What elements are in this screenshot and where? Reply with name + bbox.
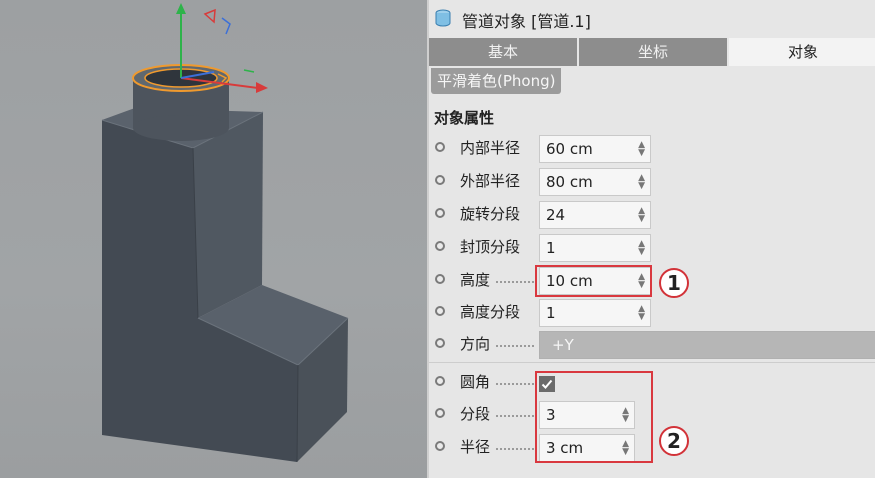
spinner-arrows-icon[interactable]: ▲ ▼ bbox=[638, 240, 645, 257]
cap-segments-input[interactable]: 1 ▲ ▼ bbox=[539, 234, 651, 262]
tube-object-icon bbox=[435, 9, 451, 27]
property-height-segments: 高度分段 1 ▲ ▼ bbox=[429, 298, 875, 328]
callout-2: 2 bbox=[659, 426, 689, 456]
field-value: 60 cm bbox=[546, 140, 593, 158]
animation-key-icon[interactable] bbox=[435, 338, 445, 348]
field-value: 24 bbox=[546, 206, 566, 224]
spinner-arrows-icon[interactable]: ▲ ▼ bbox=[638, 141, 645, 158]
tab-bar: 基本 坐标 对象 bbox=[429, 38, 875, 68]
spinner-arrows-icon[interactable]: ▲ ▼ bbox=[638, 305, 645, 322]
animation-key-icon[interactable] bbox=[435, 175, 445, 185]
animation-key-icon[interactable] bbox=[435, 274, 445, 284]
dropdown-value: +Y bbox=[552, 336, 574, 354]
tab-basic[interactable]: 基本 bbox=[429, 38, 577, 66]
label-leader-dots bbox=[496, 381, 534, 385]
spinner-arrows-icon[interactable]: ▲ ▼ bbox=[638, 207, 645, 224]
outer-radius-input[interactable]: 80 cm ▲ ▼ bbox=[539, 168, 651, 196]
3d-viewport[interactable] bbox=[0, 0, 427, 478]
tab-coordinates[interactable]: 坐标 bbox=[579, 38, 727, 66]
field-value: 80 cm bbox=[546, 173, 593, 191]
animation-key-icon[interactable] bbox=[435, 306, 445, 316]
inner-radius-input[interactable]: 60 cm ▲ ▼ bbox=[539, 135, 651, 163]
property-rotation-segments: 旋转分段 24 ▲ ▼ bbox=[429, 200, 875, 230]
spinner-arrows-icon[interactable]: ▲ ▼ bbox=[638, 174, 645, 191]
animation-key-icon[interactable] bbox=[435, 408, 445, 418]
section-title: 对象属性 bbox=[434, 109, 495, 127]
property-label: 封顶分段 bbox=[460, 238, 521, 256]
property-outer-radius: 外部半径 80 cm ▲ ▼ bbox=[429, 167, 875, 197]
label-leader-dots bbox=[496, 446, 534, 450]
orientation-dropdown[interactable]: +Y bbox=[539, 331, 875, 359]
property-label: 方向 bbox=[460, 335, 491, 353]
height-segments-input[interactable]: 1 ▲ ▼ bbox=[539, 299, 651, 327]
animation-key-icon[interactable] bbox=[435, 376, 445, 386]
label-leader-dots bbox=[496, 343, 534, 347]
field-value: 1 bbox=[546, 239, 556, 257]
height-highlight-box bbox=[535, 265, 652, 297]
animation-key-icon[interactable] bbox=[435, 208, 445, 218]
tab-object[interactable]: 对象 bbox=[729, 38, 875, 66]
property-orientation: 方向 +Y bbox=[429, 330, 875, 360]
property-label: 内部半径 bbox=[460, 139, 521, 157]
property-label: 高度 bbox=[460, 271, 491, 289]
tab-phong-shading[interactable]: 平滑着色(Phong) bbox=[431, 68, 562, 94]
animation-key-icon[interactable] bbox=[435, 142, 445, 152]
property-label: 高度分段 bbox=[460, 303, 521, 321]
property-label: 外部半径 bbox=[460, 172, 521, 190]
property-label: 半径 bbox=[460, 438, 491, 456]
animation-key-icon[interactable] bbox=[435, 441, 445, 451]
property-label: 旋转分段 bbox=[460, 205, 521, 223]
property-height: 高度 10 cm ▲ ▼ bbox=[429, 266, 875, 296]
divider bbox=[429, 362, 875, 363]
label-leader-dots bbox=[496, 279, 534, 283]
rotation-segments-input[interactable]: 24 ▲ ▼ bbox=[539, 201, 651, 229]
attribute-panel: 管道对象 [管道.1] 基本 坐标 对象 平滑着色(Phong) 对象属性 内部… bbox=[427, 0, 875, 478]
animation-key-icon[interactable] bbox=[435, 241, 445, 251]
callout-1: 1 bbox=[659, 268, 689, 298]
property-label: 圆角 bbox=[460, 373, 491, 391]
panel-header: 管道对象 [管道.1] bbox=[429, 0, 875, 36]
l-shaped-model bbox=[101, 3, 349, 463]
property-inner-radius: 内部半径 60 cm ▲ ▼ bbox=[429, 134, 875, 164]
field-value: 1 bbox=[546, 304, 556, 322]
label-leader-dots bbox=[496, 413, 534, 417]
object-title: 管道对象 [管道.1] bbox=[462, 12, 591, 31]
fillet-highlight-box bbox=[535, 371, 653, 463]
property-cap-segments: 封顶分段 1 ▲ ▼ bbox=[429, 233, 875, 263]
property-label: 分段 bbox=[460, 405, 491, 423]
